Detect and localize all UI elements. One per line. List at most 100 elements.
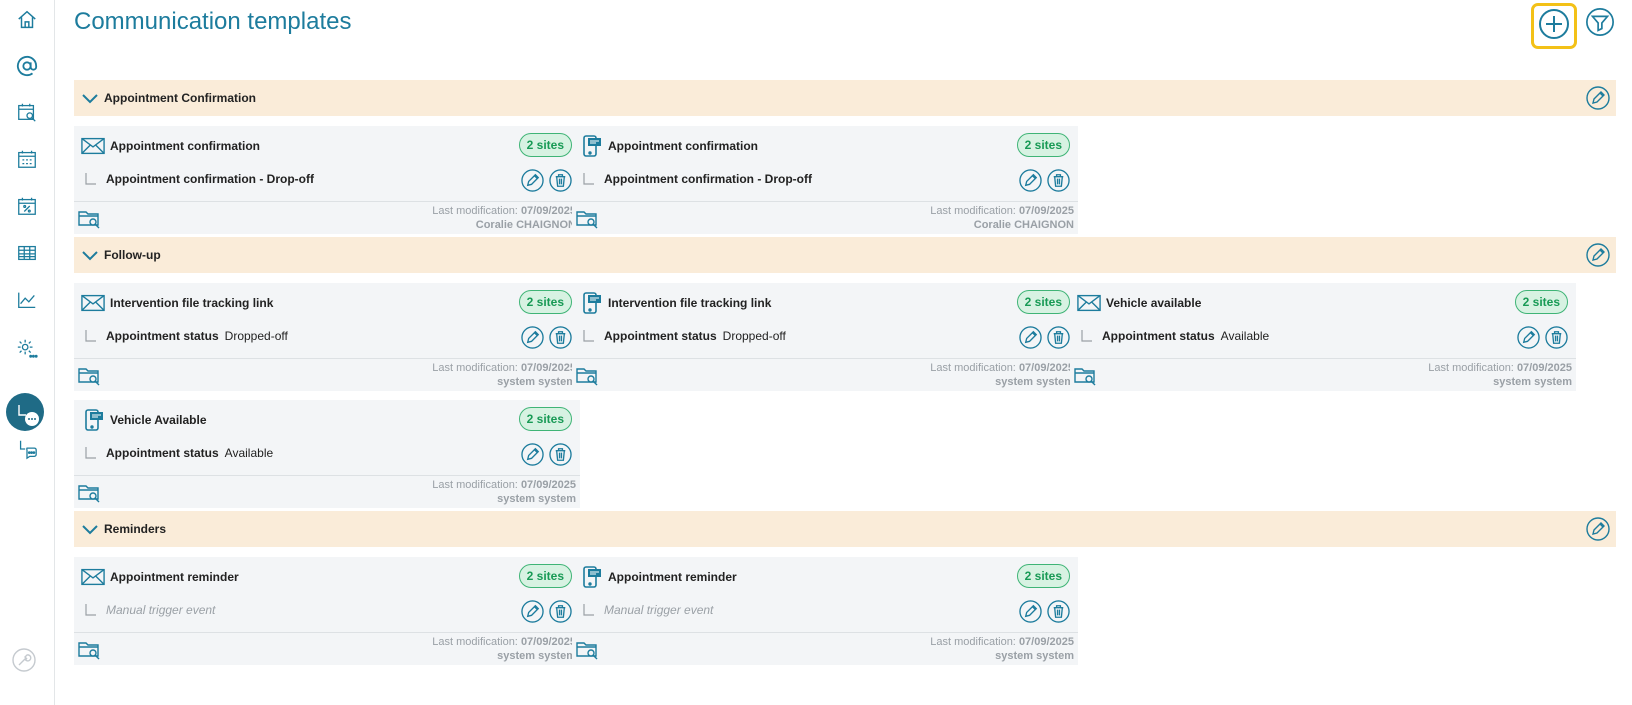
template-card[interactable]: Appointment reminder 2 sites Manual trigge… bbox=[74, 557, 580, 665]
last-modification-user: system system bbox=[995, 376, 1074, 388]
template-card[interactable]: Appointment reminder 2 sites Manual trigge… bbox=[572, 557, 1078, 665]
section-header[interactable]: Appointment Confirmation bbox=[74, 80, 1616, 116]
folder-search-icon[interactable] bbox=[77, 637, 101, 661]
template-name[interactable]: Vehicle Available bbox=[110, 413, 207, 427]
template-card[interactable]: Appointment confirmation 2 sites Appointme… bbox=[74, 126, 580, 234]
folder-search-icon[interactable] bbox=[77, 206, 101, 230]
trigger-row: Manual trigger event bbox=[582, 603, 713, 617]
last-modification: Last modification: 07/09/2025 Coralie CHA… bbox=[432, 204, 576, 232]
trash-icon[interactable] bbox=[1047, 169, 1070, 192]
template-card[interactable]: Vehicle available 2 sites Appointment stat… bbox=[1070, 283, 1576, 391]
pencil-icon[interactable] bbox=[1586, 517, 1610, 541]
edit-pencil-icon[interactable] bbox=[1517, 326, 1540, 349]
trigger-label: Appointment confirmation - Drop-off bbox=[106, 172, 314, 186]
pencil-icon[interactable] bbox=[1586, 86, 1610, 110]
template-name[interactable]: Appointment reminder bbox=[110, 570, 239, 584]
last-modification-label: Last modification: bbox=[432, 205, 518, 217]
template-name[interactable]: Appointment confirmation bbox=[110, 139, 260, 153]
table-icon[interactable] bbox=[13, 239, 41, 267]
trash-icon[interactable] bbox=[549, 169, 572, 192]
trash-icon[interactable] bbox=[549, 600, 572, 623]
trash-icon[interactable] bbox=[1047, 600, 1070, 623]
last-modification-label: Last modification: bbox=[930, 362, 1016, 374]
chevron-down-icon[interactable] bbox=[80, 245, 100, 265]
trigger-row: Appointment confirmation - Drop-off bbox=[84, 172, 314, 186]
last-modification: Last modification: 07/09/2025 system syst… bbox=[432, 361, 576, 389]
edit-pencil-icon[interactable] bbox=[521, 326, 544, 349]
trigger-value: Available bbox=[224, 446, 274, 460]
calendar-percent-icon[interactable] bbox=[13, 192, 41, 220]
last-modification-label: Last modification: bbox=[930, 636, 1016, 648]
sites-badge[interactable]: 2 sites bbox=[518, 290, 572, 314]
trash-icon[interactable] bbox=[549, 443, 572, 466]
branch-icon bbox=[582, 603, 596, 617]
chevron-down-icon[interactable] bbox=[80, 88, 100, 108]
communication-branch-icon[interactable] bbox=[13, 435, 41, 463]
folder-search-icon[interactable] bbox=[77, 480, 101, 504]
branch-icon bbox=[582, 329, 596, 343]
template-name[interactable]: Vehicle available bbox=[1106, 296, 1201, 310]
sites-badge[interactable]: 2 sites bbox=[1514, 290, 1568, 314]
last-modification-user: system system bbox=[497, 650, 576, 662]
filter-button[interactable] bbox=[1584, 7, 1616, 40]
template-card[interactable]: Intervention file tracking link 2 sites Ap… bbox=[572, 283, 1078, 391]
last-modification-user: system system bbox=[497, 493, 576, 505]
edit-pencil-icon[interactable] bbox=[521, 169, 544, 192]
folder-search-icon[interactable] bbox=[575, 363, 599, 387]
last-modification-date: 07/09/2025 bbox=[520, 479, 576, 491]
folder-search-icon[interactable] bbox=[77, 363, 101, 387]
line-chart-icon[interactable] bbox=[13, 286, 41, 314]
last-modification-date: 07/09/2025 bbox=[1018, 362, 1074, 374]
last-modification: Last modification: 07/09/2025 system syst… bbox=[930, 361, 1074, 389]
template-name[interactable]: Appointment confirmation bbox=[608, 139, 758, 153]
sites-badge[interactable]: 2 sites bbox=[1016, 133, 1070, 157]
pencil-icon[interactable] bbox=[1586, 243, 1610, 267]
sms-phone-icon bbox=[578, 565, 604, 589]
folder-search-icon[interactable] bbox=[575, 637, 599, 661]
sms-phone-icon bbox=[578, 134, 604, 158]
last-modification-date: 07/09/2025 bbox=[1516, 362, 1572, 374]
plus-circle-icon bbox=[1537, 7, 1571, 46]
template-name[interactable]: Intervention file tracking link bbox=[110, 296, 273, 310]
folder-search-icon[interactable] bbox=[1073, 363, 1097, 387]
edit-pencil-icon[interactable] bbox=[1019, 326, 1042, 349]
trigger-row: Appointment confirmation - Drop-off bbox=[582, 172, 812, 186]
sms-phone-icon bbox=[80, 408, 106, 432]
last-modification-user: system system bbox=[1493, 376, 1572, 388]
trash-icon[interactable] bbox=[1545, 326, 1568, 349]
add-template-button[interactable] bbox=[1531, 3, 1577, 49]
folder-search-icon[interactable] bbox=[575, 206, 599, 230]
sites-badge[interactable]: 2 sites bbox=[518, 133, 572, 157]
trash-icon[interactable] bbox=[549, 326, 572, 349]
template-name[interactable]: Appointment reminder bbox=[608, 570, 737, 584]
template-name[interactable]: Intervention file tracking link bbox=[608, 296, 771, 310]
settings-more-icon[interactable] bbox=[13, 334, 41, 362]
chevron-down-icon[interactable] bbox=[80, 519, 100, 539]
home-icon[interactable] bbox=[13, 6, 41, 34]
template-card[interactable]: Vehicle Available 2 sites Appointment stat… bbox=[74, 400, 580, 508]
calendar-search-icon[interactable] bbox=[13, 98, 41, 126]
edit-pencil-icon[interactable] bbox=[1019, 600, 1042, 623]
last-modification-user: Coralie CHAIGNON bbox=[475, 219, 576, 231]
email-icon bbox=[80, 134, 106, 158]
template-card[interactable]: Appointment confirmation 2 sites Appointme… bbox=[572, 126, 1078, 234]
trigger-label: Appointment status bbox=[1102, 329, 1215, 343]
edit-pencil-icon[interactable] bbox=[1019, 169, 1042, 192]
communication-templates-icon[interactable] bbox=[6, 393, 44, 431]
sites-badge[interactable]: 2 sites bbox=[1016, 564, 1070, 588]
at-sign-icon[interactable] bbox=[13, 52, 41, 80]
sites-badge[interactable]: 2 sites bbox=[518, 407, 572, 431]
edit-pencil-icon[interactable] bbox=[521, 443, 544, 466]
sites-badge[interactable]: 2 sites bbox=[1016, 290, 1070, 314]
template-card[interactable]: Intervention file tracking link 2 sites Ap… bbox=[74, 283, 580, 391]
section-header[interactable]: Reminders bbox=[74, 511, 1616, 547]
trash-icon[interactable] bbox=[1047, 326, 1070, 349]
wrench-icon[interactable] bbox=[12, 648, 36, 672]
sites-badge[interactable]: 2 sites bbox=[518, 564, 572, 588]
edit-pencil-icon[interactable] bbox=[521, 600, 544, 623]
trigger-row: Manual trigger event bbox=[84, 603, 215, 617]
trigger-event: Manual trigger event bbox=[106, 603, 216, 617]
section-header[interactable]: Follow-up bbox=[74, 237, 1616, 273]
calendar-grid-icon[interactable] bbox=[13, 145, 41, 173]
trigger-event: Manual trigger event bbox=[604, 603, 714, 617]
